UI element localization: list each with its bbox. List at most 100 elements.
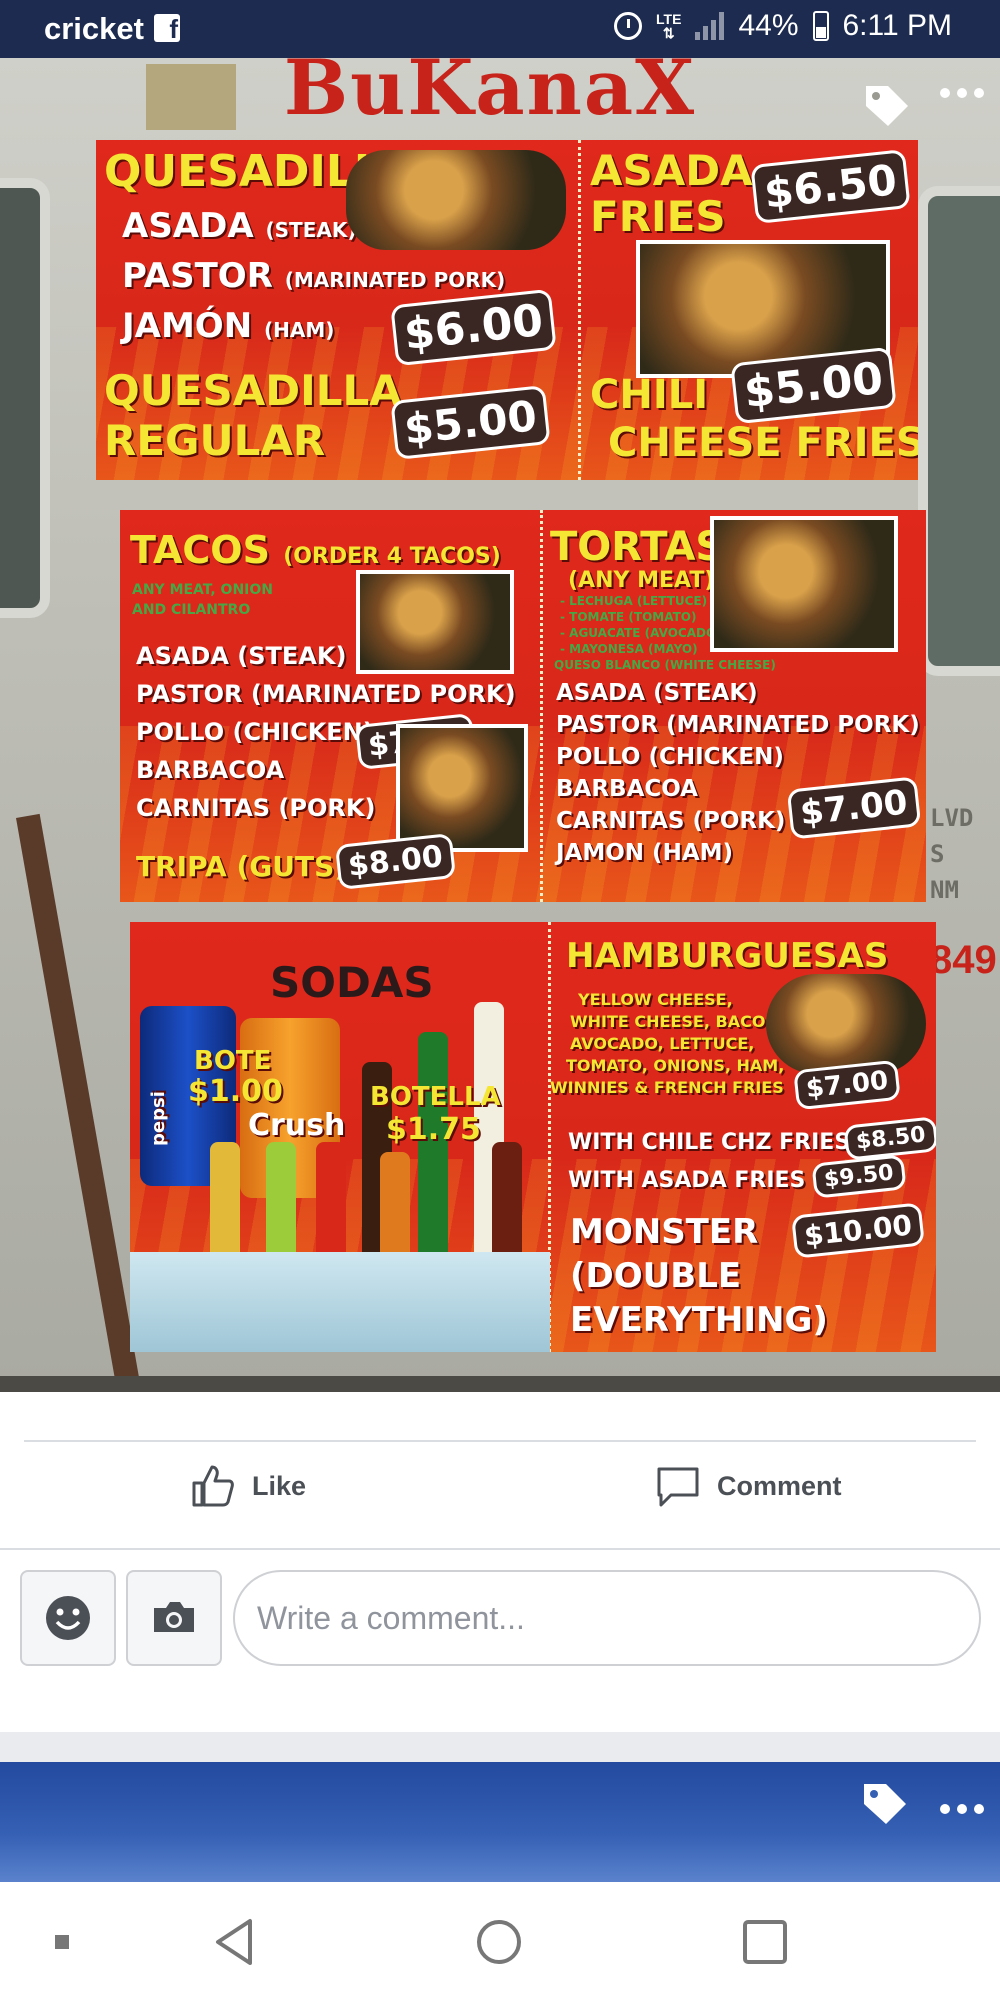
item-name: JAMÓN xyxy=(122,306,253,346)
tortas-note: (ANY MEAT) xyxy=(568,568,715,593)
hamburger-photo xyxy=(766,974,926,1074)
hamburguesas-title: HAMBURGUESAS xyxy=(566,936,889,976)
alarm-icon xyxy=(614,12,643,40)
home-icon[interactable] xyxy=(474,1917,524,1967)
tortas-item: PASTOR (MARINATED PORK) xyxy=(556,712,920,738)
menu-panel-top: QUESADILLA ASADA (STEAK) PASTOR (MARINAT… xyxy=(96,140,918,480)
thumbs-up-icon xyxy=(192,1465,234,1507)
price-tag: $9.50 xyxy=(814,1157,903,1196)
monster-title: MONSTER xyxy=(570,1212,759,1252)
chili-fries-title: CHEESE FRIES xyxy=(608,420,918,466)
tag-icon[interactable] xyxy=(860,1778,910,1828)
burger-option: WITH ASADA FRIES xyxy=(568,1168,806,1193)
signal-icon xyxy=(695,12,725,40)
price-tag: $5.00 xyxy=(393,388,548,457)
tacos-note: (ORDER 4 TACOS) xyxy=(283,544,501,569)
quesadilla-regular-title: QUESADILLA xyxy=(104,366,402,415)
monster-title: (DOUBLE xyxy=(570,1256,742,1296)
tortas-topping: - TOMATE (TOMATO) xyxy=(560,610,697,624)
divider xyxy=(24,1440,976,1442)
price-tag: $8.50 xyxy=(846,1119,935,1158)
camera-button[interactable] xyxy=(126,1570,222,1666)
tortas-topping: QUESO BLANCO (WHITE CHEESE) xyxy=(554,658,776,672)
quesadilla-item: PASTOR (MARINATED PORK) xyxy=(122,256,505,296)
tag-icon[interactable] xyxy=(862,80,912,130)
back-icon[interactable] xyxy=(210,1917,260,1967)
price-tag: $6.00 xyxy=(393,292,554,363)
side-text-1: LVD S xyxy=(930,804,974,868)
botella-price: $1.75 xyxy=(386,1112,481,1147)
tortas-item: CARNITAS (PORK) xyxy=(556,808,786,834)
tortas-item: BARBACOA xyxy=(556,776,698,802)
sodas-title: SODAS xyxy=(270,958,434,1007)
comment-label: Comment xyxy=(717,1470,842,1501)
like-button[interactable]: Like xyxy=(190,1456,306,1516)
monster-title: EVERYTHING) xyxy=(570,1300,828,1340)
tortas-topping: - LECHUGA (LETTUCE) xyxy=(560,594,708,608)
ice xyxy=(130,1252,550,1352)
item-note: (HAM) xyxy=(264,318,335,342)
tacos-item: PASTOR (MARINATED PORK) xyxy=(136,680,516,708)
post-actions-card xyxy=(0,1392,1000,1732)
side-text-2: NM xyxy=(930,876,959,904)
burger-option: WITH CHILE CHZ FRIES xyxy=(568,1130,851,1155)
clock: 6:11 PM xyxy=(842,9,953,42)
more-icon[interactable] xyxy=(940,1804,984,1814)
tortas-topping: - MAYONESA (MAYO) xyxy=(560,642,698,656)
item-note: (STEAK) xyxy=(265,218,357,242)
price-tag: $7.00 xyxy=(790,779,918,837)
tacos-photo xyxy=(356,570,514,674)
comment-input[interactable]: Write a comment... xyxy=(233,1570,981,1666)
truck-left-window xyxy=(0,178,50,618)
network-type: LTE xyxy=(656,11,682,27)
item-name: PASTOR xyxy=(122,256,273,296)
carrier-name: cricket xyxy=(44,11,144,46)
asada-fries-title: FRIES xyxy=(590,192,726,241)
comment-icon xyxy=(657,1467,699,1507)
price-tag: $6.50 xyxy=(753,152,908,221)
post-photo[interactable]: BuKanaX LVD S NM 849 QUESADILLA ASADA (ST… xyxy=(0,58,1000,1392)
tacos-subtitle: ANY MEAT, ONION xyxy=(132,582,273,598)
tacos-subtitle: AND CILANTRO xyxy=(132,602,251,618)
botella-label: BOTELLA xyxy=(370,1082,501,1112)
overview-icon[interactable] xyxy=(740,1917,790,1967)
battery-percent: 44% xyxy=(738,9,799,42)
more-icon[interactable] xyxy=(940,88,984,98)
like-label: Like xyxy=(252,1470,307,1501)
tacos-item: POLLO (CHICKEN) xyxy=(136,718,374,746)
quesadilla-regular-title: REGULAR xyxy=(104,416,326,465)
facebook-icon: f xyxy=(154,14,180,44)
price-tag: $8.00 xyxy=(338,836,453,887)
truck-decal xyxy=(146,64,236,130)
can-brand: Crush xyxy=(248,1108,346,1143)
truck-window xyxy=(918,186,1000,676)
bote-price: $1.00 xyxy=(188,1074,283,1109)
tortas-title: TORTAS xyxy=(550,524,725,570)
chili-fries-title: CHILI xyxy=(590,372,709,418)
hamburguesas-desc: TOMATO, ONIONS, HAM, xyxy=(566,1056,785,1075)
tortas-item: JAMON (HAM) xyxy=(556,840,734,866)
quesadilla-item: ASADA (STEAK) xyxy=(122,206,356,246)
quesadilla-photo xyxy=(346,150,566,250)
divider xyxy=(0,1548,1000,1550)
tortas-item: ASADA (STEAK) xyxy=(556,680,758,706)
camera-icon xyxy=(154,1602,194,1632)
comment-button[interactable]: Comment xyxy=(655,1456,842,1516)
menu-panel-bottom: SODAS pepsi Crush BOTE $1.00 BOTELLA $1.… xyxy=(130,922,936,1352)
next-post-photo[interactable] xyxy=(0,1762,1000,1882)
tacos-title: TACOS (ORDER 4 TACOS) xyxy=(130,528,501,572)
truck-side-text: LVD S NM xyxy=(930,800,1000,908)
tortas-topping: - AGUACATE (AVOCADO) xyxy=(560,626,722,640)
tacos-item: CARNITAS (PORK) xyxy=(136,794,376,822)
hamburguesas-desc: WHITE CHEESE, BACON, xyxy=(570,1012,785,1031)
truck-logo: BuKanaX xyxy=(283,58,697,132)
recents-indicator xyxy=(55,1935,69,1949)
comment-placeholder: Write a comment... xyxy=(257,1600,525,1636)
emoji-button[interactable] xyxy=(20,1570,116,1666)
tacos-item: BARBACOA xyxy=(136,756,285,784)
hamburguesas-desc: WINNIES & FRENCH FRIES xyxy=(550,1078,784,1097)
navigation-bar xyxy=(0,1882,1000,2000)
tortas-photo xyxy=(710,516,898,652)
tacos-photo-2 xyxy=(396,724,528,852)
status-bar: cricket f LTE ⇅ 44% 6:11 PM xyxy=(0,0,1000,58)
